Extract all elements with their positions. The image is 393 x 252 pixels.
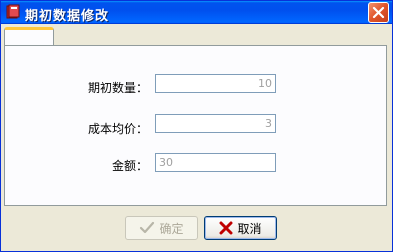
cancel-x-icon bbox=[219, 221, 233, 235]
window-title: 期初数据修改 bbox=[25, 9, 110, 24]
avg-cost-field[interactable]: 3 bbox=[155, 114, 276, 133]
dialog-window: 期初数据修改 期初数量： 10 成本均价： 3 金额： 30 确定 取消 bbox=[0, 0, 393, 252]
amount-label: 金额： bbox=[112, 159, 149, 173]
quantity-field[interactable]: 10 bbox=[155, 74, 276, 93]
cancel-button[interactable]: 取消 bbox=[204, 216, 277, 240]
ok-button[interactable]: 确定 bbox=[125, 216, 198, 240]
close-button[interactable] bbox=[368, 2, 389, 23]
form-panel: 期初数量： 10 成本均价： 3 金额： 30 bbox=[4, 45, 387, 206]
close-icon bbox=[372, 6, 385, 19]
app-book-icon bbox=[5, 4, 21, 20]
amount-field[interactable]: 30 bbox=[155, 153, 276, 172]
cancel-button-label: 取消 bbox=[237, 221, 262, 236]
ok-button-label: 确定 bbox=[159, 221, 184, 236]
quantity-label: 期初数量： bbox=[88, 81, 149, 95]
title-bar[interactable]: 期初数据修改 bbox=[1, 1, 392, 24]
tab-main[interactable] bbox=[4, 27, 54, 46]
checkmark-icon bbox=[140, 221, 155, 234]
avg-cost-label: 成本均价： bbox=[88, 122, 149, 136]
